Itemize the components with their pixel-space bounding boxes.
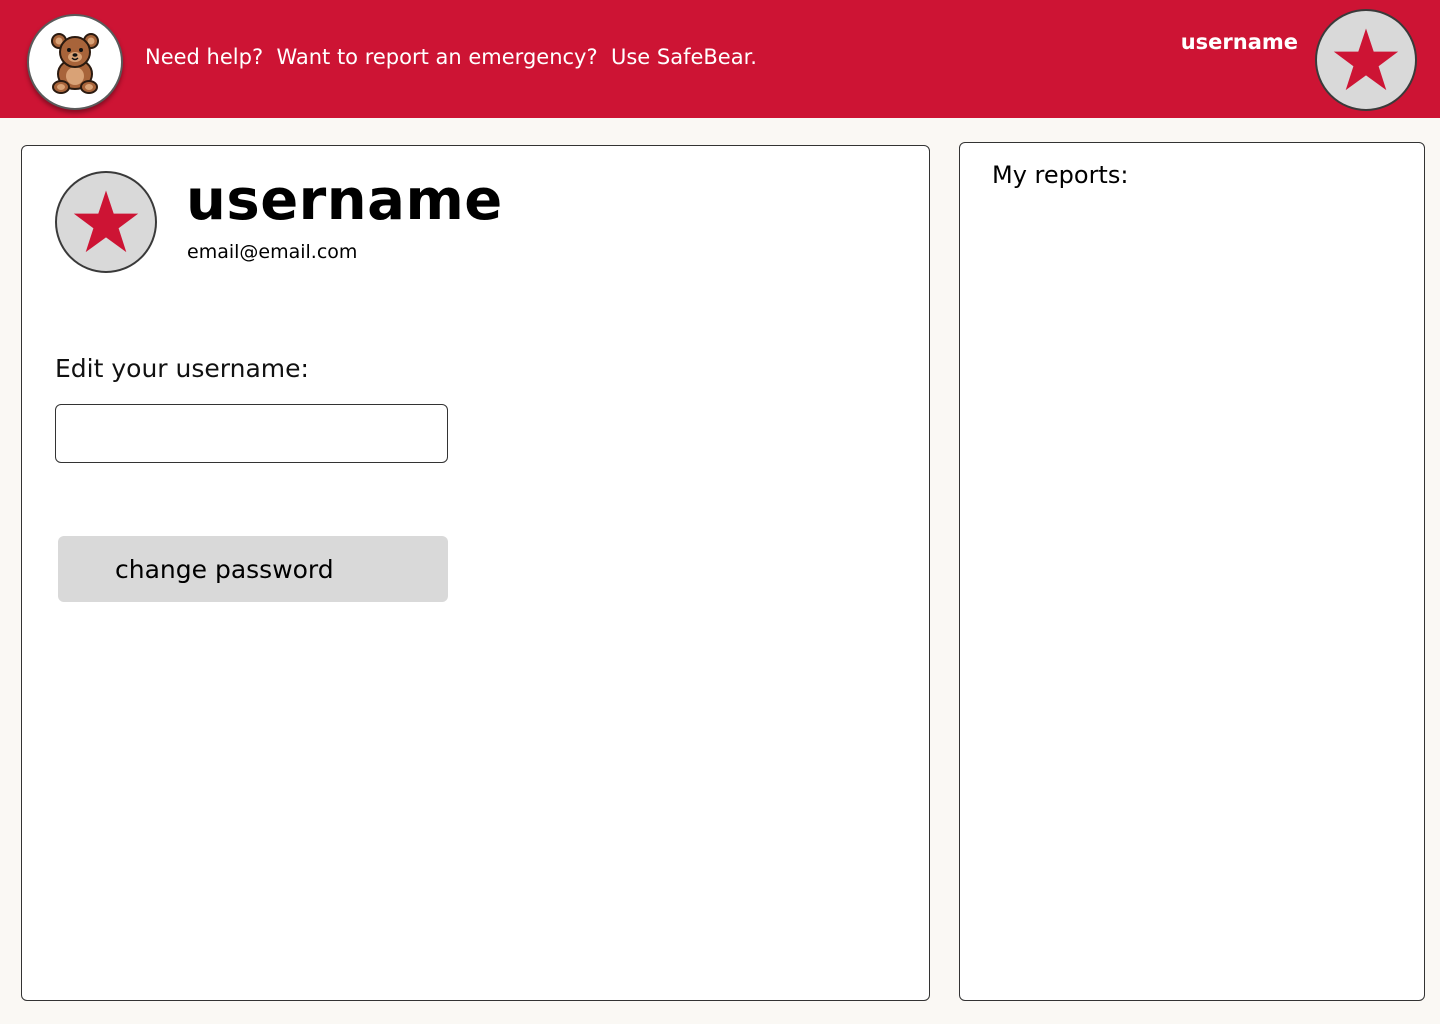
header-username[interactable]: username xyxy=(1120,30,1298,54)
username-input[interactable] xyxy=(55,404,448,463)
top-bar: Need help? Want to report an emergency? … xyxy=(0,0,1440,118)
star-icon xyxy=(1333,28,1399,91)
safebear-logo[interactable] xyxy=(27,14,123,110)
profile-email: email@email.com xyxy=(187,241,358,263)
reports-panel: My reports: xyxy=(959,142,1425,1001)
header-avatar[interactable] xyxy=(1315,9,1417,111)
profile-avatar[interactable] xyxy=(55,171,157,273)
tagline: Need help? Want to report an emergency? … xyxy=(145,45,757,69)
teddy-bear-icon xyxy=(51,33,99,94)
reports-title: My reports: xyxy=(992,161,1129,189)
profile-username: username xyxy=(186,168,503,233)
edit-username-label: Edit your username: xyxy=(55,354,309,383)
star-icon xyxy=(73,190,139,253)
change-password-button[interactable]: change password xyxy=(58,536,448,602)
profile-panel: username email@email.com Edit your usern… xyxy=(21,145,930,1001)
